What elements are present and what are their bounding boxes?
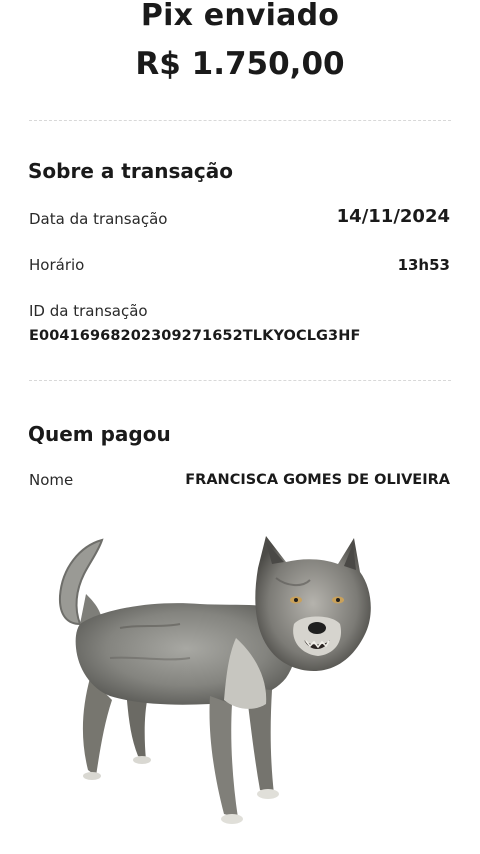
- payer-name-value: FRANCISCA GOMES DE OLIVEIRA: [185, 472, 450, 488]
- divider: [29, 120, 451, 121]
- receipt-header: Pix enviado R$ 1.750,00: [0, 0, 480, 82]
- divider: [29, 380, 451, 381]
- time-value: 13h53: [397, 256, 450, 274]
- date-label: Data da transação: [29, 210, 168, 228]
- transaction-section-title: Sobre a transação: [28, 159, 233, 183]
- payer-section-title: Quem pagou: [28, 422, 171, 446]
- transaction-id-label: ID da transação: [29, 302, 148, 320]
- page-title: Pix enviado: [140, 0, 340, 33]
- payer-name-label: Nome: [29, 471, 74, 489]
- transaction-id-value: E00416968202309271652TLKYOCLG3HF: [29, 328, 361, 344]
- time-label: Horário: [29, 256, 85, 274]
- wolf-icon: [58, 536, 371, 824]
- date-value: 14/11/2024: [336, 206, 450, 227]
- amount-value: R$ 1.750,00: [135, 46, 345, 82]
